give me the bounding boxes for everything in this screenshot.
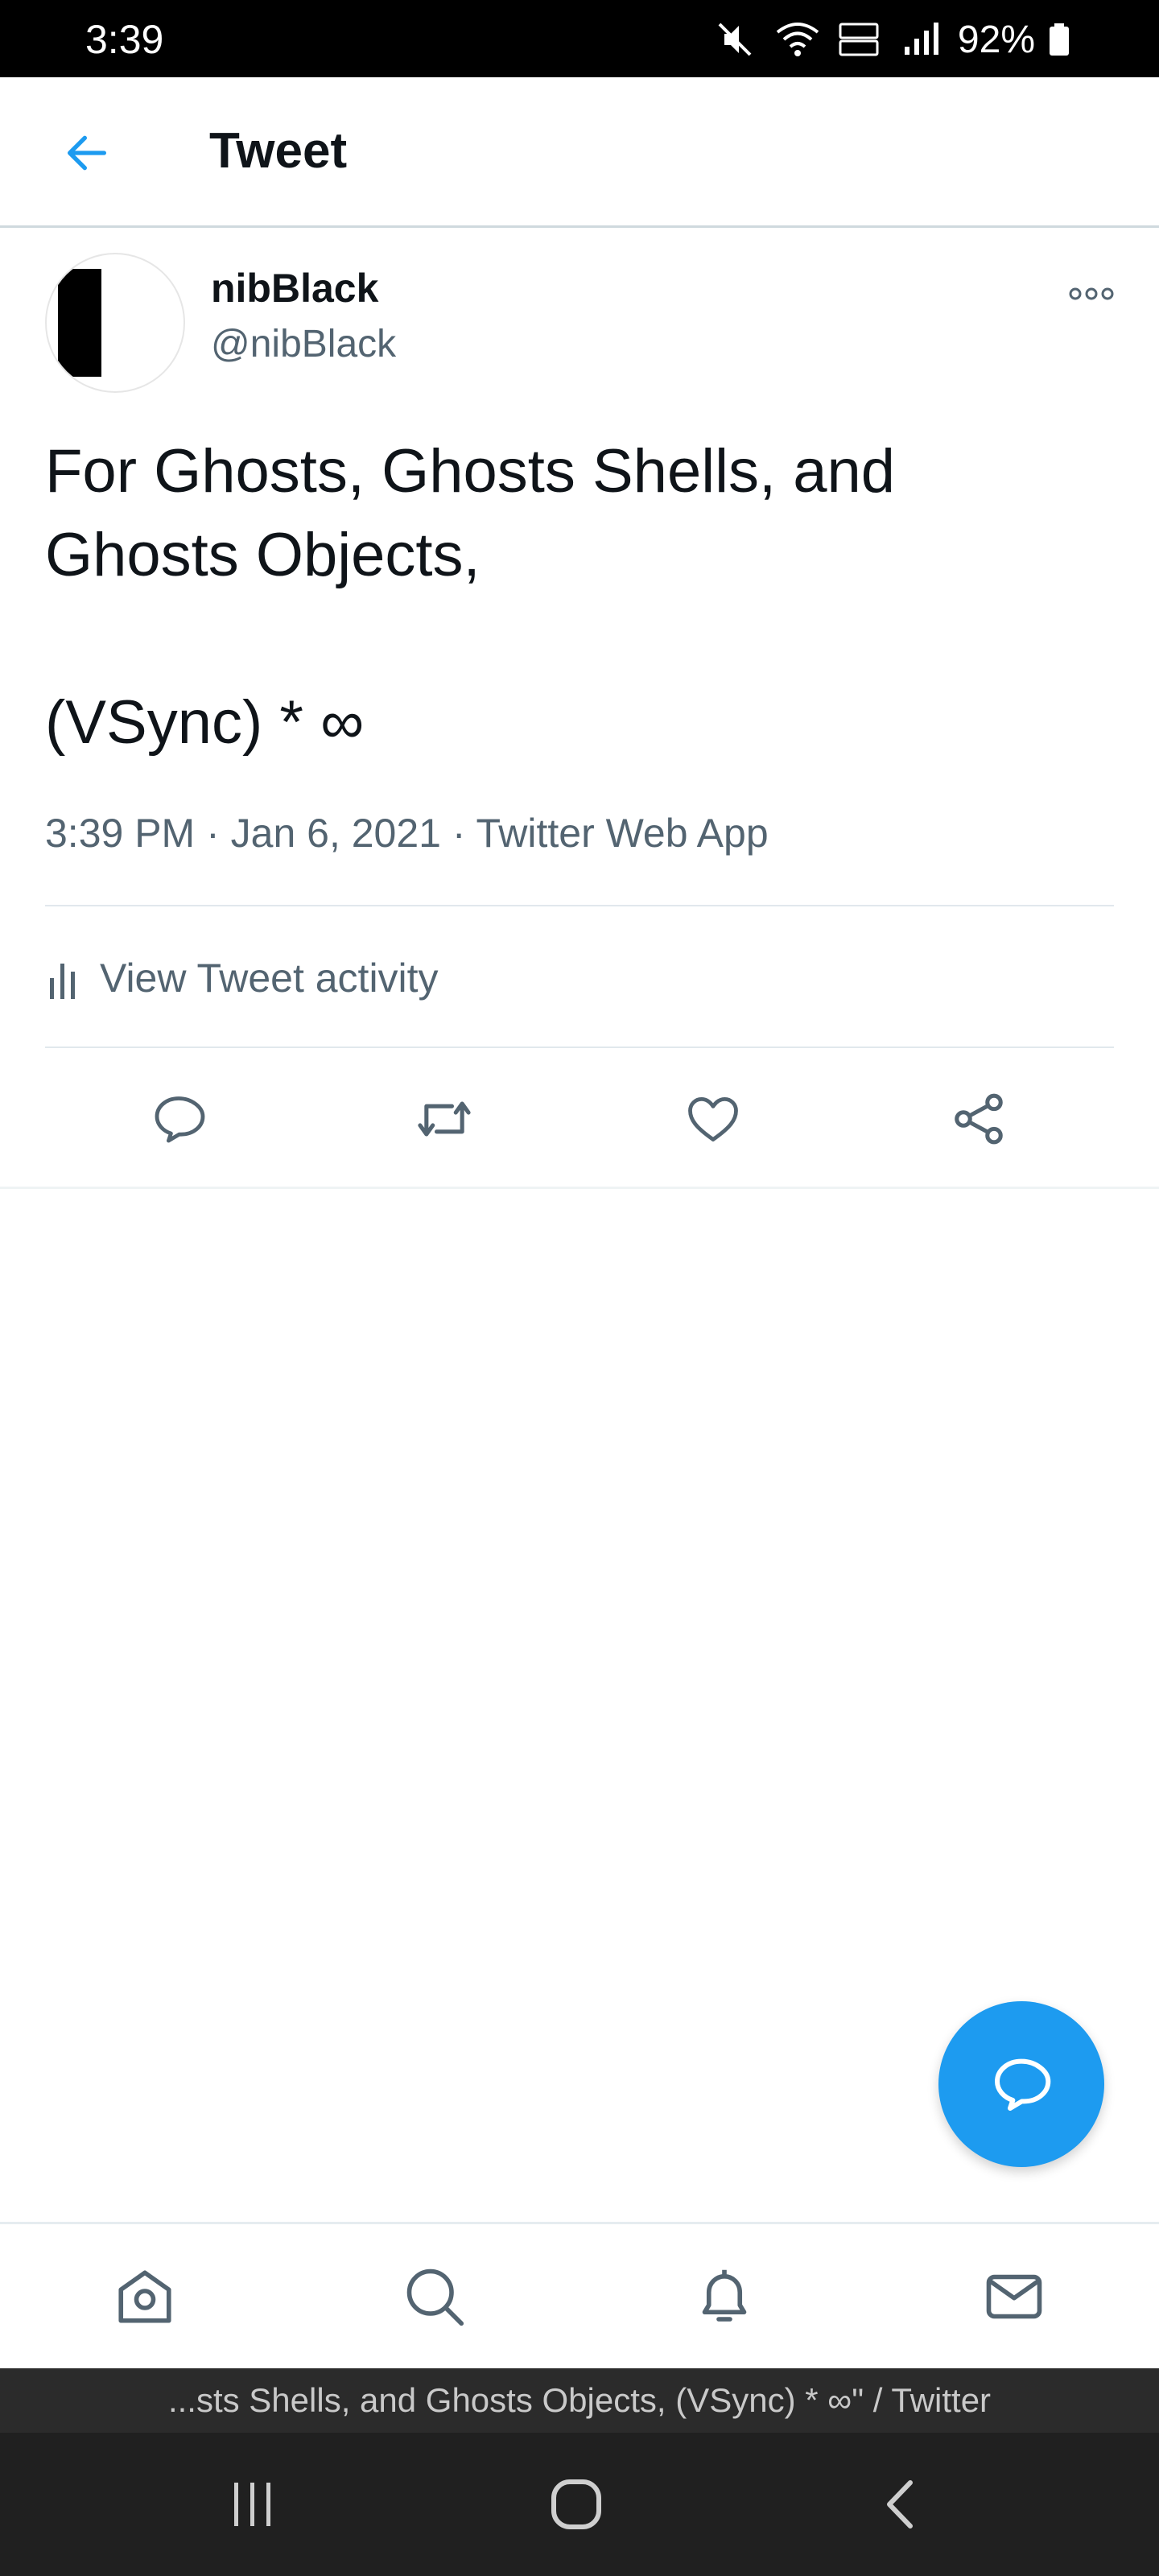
page-title-strip: ...sts Shells, and Ghosts Objects, (VSyn… — [0, 2368, 1159, 2433]
author-name[interactable]: nibBlack — [211, 264, 378, 312]
page-title: Tweet — [209, 123, 348, 179]
system-home-button[interactable] — [528, 2468, 625, 2541]
divider — [0, 1187, 1159, 1189]
avatar[interactable] — [45, 253, 185, 393]
more-button[interactable] — [1054, 274, 1128, 314]
tab-messages[interactable] — [974, 2256, 1054, 2337]
divider — [45, 905, 1114, 906]
reply-icon — [155, 1096, 205, 1143]
system-navigation-bar — [0, 2433, 1159, 2576]
like-button[interactable] — [673, 1079, 753, 1159]
mute-icon — [718, 23, 752, 56]
reply-button[interactable] — [138, 1079, 219, 1159]
avatar-white-half — [101, 269, 164, 377]
tab-notifications[interactable] — [684, 2256, 765, 2337]
retweet-icon — [418, 1101, 471, 1137]
signal-icon — [904, 23, 938, 55]
bar-chart-icon — [50, 964, 75, 999]
back-button[interactable] — [50, 116, 124, 190]
share-button[interactable] — [938, 1079, 1019, 1159]
tab-home[interactable] — [105, 2256, 185, 2337]
status-bar: 3:39 92% — [0, 0, 1159, 77]
bottom-tab-bar — [0, 2222, 1159, 2371]
retweet-button[interactable] — [404, 1079, 485, 1159]
recents-button[interactable] — [204, 2468, 301, 2541]
volte-icon — [839, 23, 879, 56]
view-tweet-activity[interactable]: View Tweet activity — [45, 926, 439, 1030]
battery-percent: 92% — [957, 18, 1035, 61]
battery-icon — [1050, 23, 1069, 56]
arrow-left-icon — [68, 135, 106, 171]
home-icon — [118, 2270, 171, 2323]
more-icon — [1069, 287, 1114, 300]
compose-reply-button[interactable] — [938, 2001, 1104, 2167]
system-home-icon — [551, 2479, 601, 2529]
status-time: 3:39 — [85, 17, 164, 62]
app-header: Tweet — [0, 77, 1159, 228]
tweet-meta: 3:39 PM · Jan 6, 2021 · Twitter Web App — [45, 811, 769, 856]
recents-icon — [234, 2483, 270, 2526]
tab-search[interactable] — [394, 2256, 475, 2337]
tweet-text: For Ghosts, Ghosts Shells, and Ghosts Ob… — [45, 437, 896, 757]
divider — [45, 1046, 1114, 1048]
status-icons: 92% — [713, 18, 1069, 61]
system-back-icon — [887, 2480, 913, 2529]
mail-icon — [986, 2274, 1042, 2319]
search-icon — [406, 2268, 464, 2326]
share-icon — [955, 1093, 1003, 1145]
system-back-button[interactable] — [853, 2468, 950, 2541]
author-handle[interactable]: @nibBlack — [211, 320, 396, 369]
activity-label: View Tweet activity — [100, 956, 439, 1001]
compose-reply-icon — [995, 2058, 1051, 2111]
wifi-icon — [776, 23, 819, 56]
avatar-black-half — [58, 269, 101, 377]
heart-icon — [688, 1097, 738, 1141]
bell-icon — [702, 2269, 747, 2322]
